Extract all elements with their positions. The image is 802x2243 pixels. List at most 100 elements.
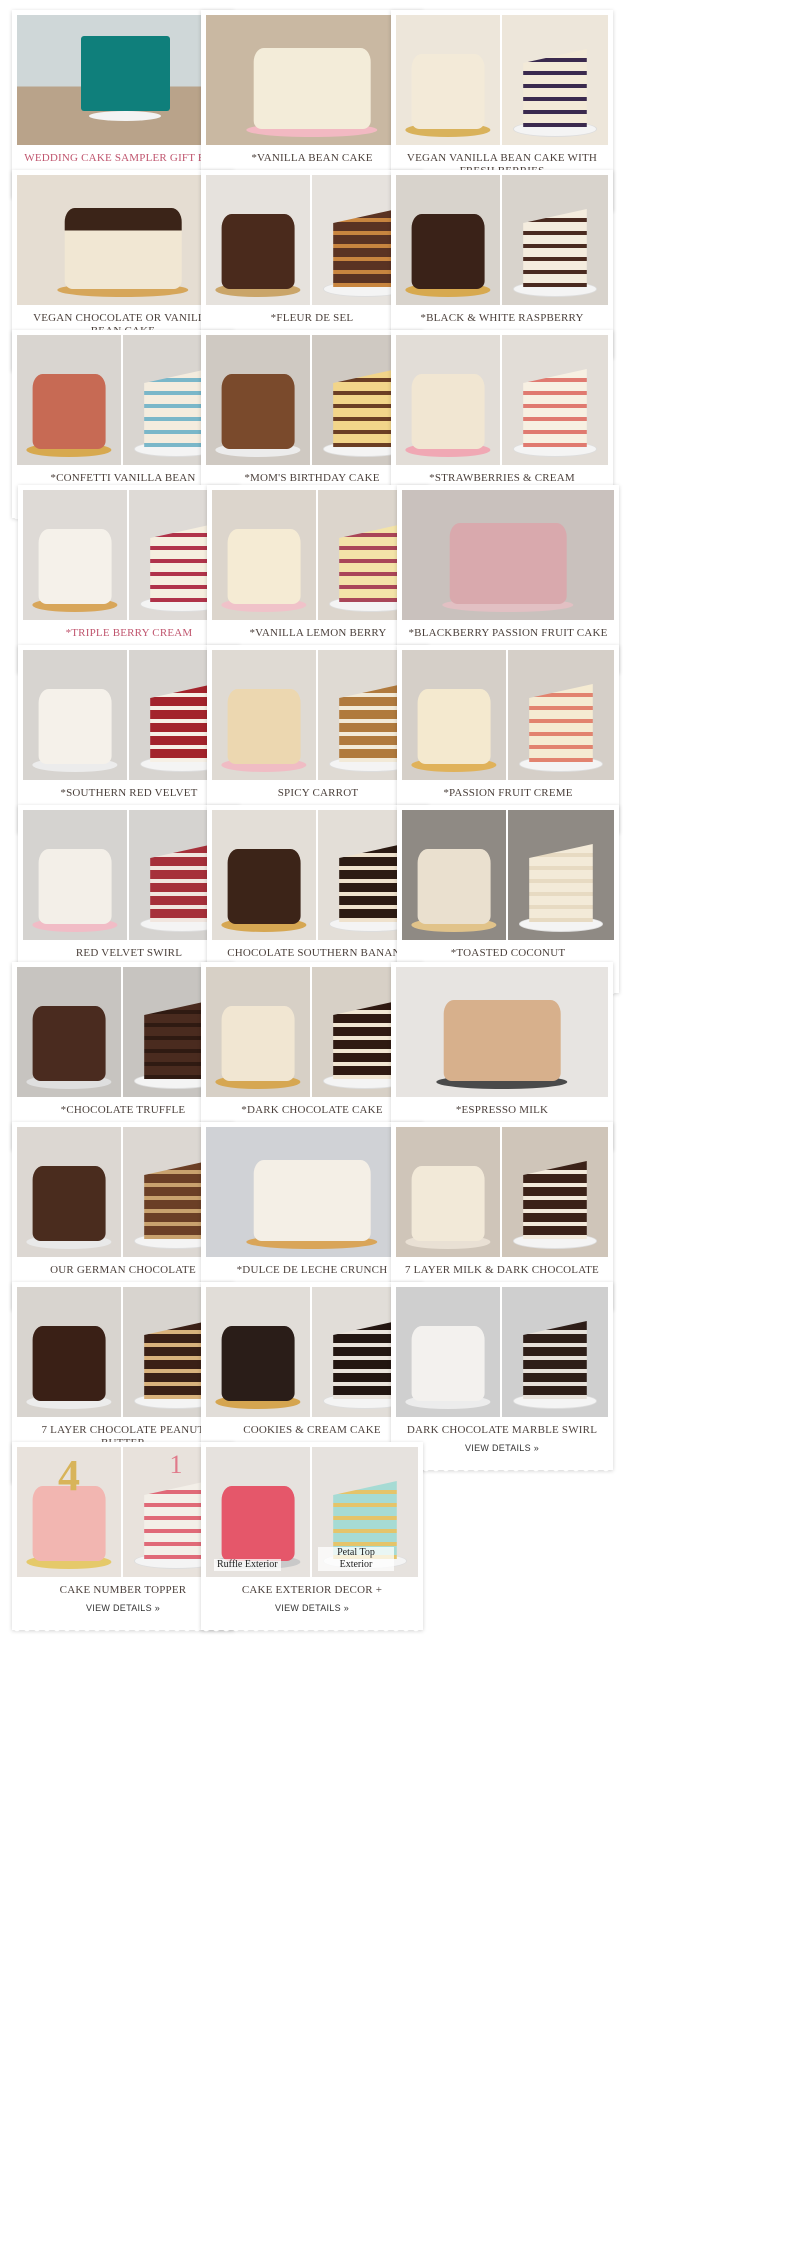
cake-slice <box>144 1001 208 1079</box>
product-photo[interactable] <box>17 175 229 305</box>
product-title[interactable]: CAKE EXTERIOR DECOR + <box>206 1584 418 1597</box>
product-title[interactable]: *CHOCOLATE TRUFFLE <box>17 1104 229 1117</box>
cake-illustration <box>417 848 491 924</box>
cake-illustration <box>417 688 491 764</box>
cake-slice <box>523 1321 587 1399</box>
cake-image-left <box>396 1287 502 1417</box>
product-photo[interactable] <box>206 15 418 145</box>
cake-slice <box>523 369 587 447</box>
view-details-link[interactable]: VIEW DETAILS » <box>275 1603 349 1613</box>
product-photo[interactable] <box>396 15 608 145</box>
slice-image-right <box>508 650 614 780</box>
product-photo[interactable] <box>396 1127 608 1257</box>
cake-illustration <box>411 213 485 289</box>
product-photo[interactable] <box>23 650 235 780</box>
cake-image <box>402 490 614 620</box>
product-photo[interactable] <box>206 175 418 305</box>
product-photo[interactable] <box>17 15 229 145</box>
product-card[interactable]: Ruffle Exterior Petal Top Exterior CAKE E… <box>201 1442 423 1634</box>
product-photo[interactable] <box>206 1287 418 1417</box>
view-details-link[interactable]: VIEW DETAILS » <box>465 1443 539 1453</box>
product-photo[interactable] <box>206 335 418 465</box>
product-photo[interactable] <box>212 650 424 780</box>
product-card[interactable]: DARK CHOCOLATE MARBLE SWIRL VIEW DETAILS… <box>391 1282 613 1474</box>
product-photo[interactable] <box>23 490 235 620</box>
product-title[interactable]: *BLACKBERRY PASSION FRUIT CAKE <box>402 627 614 640</box>
product-title[interactable]: CAKE NUMBER TOPPER <box>17 1584 229 1597</box>
slice-image-right: Petal Top Exterior <box>312 1447 418 1577</box>
product-title[interactable]: *CONFETTI VANILLA BEAN <box>17 472 229 485</box>
product-photo[interactable]: 41 <box>17 1447 229 1577</box>
product-title[interactable]: *TOASTED COCONUT <box>402 947 614 960</box>
cake-illustration <box>411 53 485 129</box>
cake-image-left <box>212 810 318 940</box>
cake-image-left <box>396 175 502 305</box>
product-title[interactable]: *MOM'S BIRTHDAY CAKE <box>206 472 418 485</box>
cake-illustration <box>449 523 567 604</box>
product-title[interactable]: *PASSION FRUIT CREME <box>402 787 614 800</box>
cake-illustration <box>38 528 112 604</box>
product-photo[interactable] <box>396 335 608 465</box>
product-photo[interactable] <box>402 810 614 940</box>
product-photo[interactable]: Ruffle Exterior Petal Top Exterior <box>206 1447 418 1577</box>
cake-stand <box>89 111 162 122</box>
product-photo[interactable] <box>212 810 424 940</box>
product-title[interactable]: *ESPRESSO MILK <box>396 1104 608 1117</box>
cake-slice <box>144 1161 208 1239</box>
product-title[interactable]: *TRIPLE BERRY CREAM <box>23 627 235 640</box>
product-title[interactable]: WEDDING CAKE SAMPLER GIFT BOX <box>17 152 229 165</box>
product-title[interactable]: *SOUTHERN RED VELVET <box>23 787 235 800</box>
product-title[interactable]: *STRAWBERRIES & CREAM <box>396 472 608 485</box>
product-photo[interactable] <box>17 1287 229 1417</box>
product-title[interactable]: *VANILLA LEMON BERRY <box>212 627 424 640</box>
cake-image-left <box>23 490 129 620</box>
product-title[interactable]: OUR GERMAN CHOCOLATE <box>17 1264 229 1277</box>
product-photo[interactable] <box>396 967 608 1097</box>
photo-caption: Ruffle Exterior <box>214 1559 281 1571</box>
cake-image <box>206 15 418 145</box>
cake-illustration <box>64 208 182 289</box>
product-title[interactable]: *FLEUR DE SEL <box>206 312 418 325</box>
product-photo[interactable] <box>17 335 229 465</box>
product-title[interactable]: SPICY CARROT <box>212 787 424 800</box>
product-photo[interactable] <box>396 1287 608 1417</box>
cake-illustration <box>32 1325 106 1401</box>
slice-image-right <box>502 335 608 465</box>
cake-image-left <box>396 1127 502 1257</box>
cake-slice <box>333 1321 397 1399</box>
product-title[interactable]: *BLACK & WHITE RASPBERRY <box>396 312 608 325</box>
slice-image-right <box>502 1287 608 1417</box>
cake-slice <box>529 684 593 762</box>
cake-slice <box>523 209 587 287</box>
product-photo[interactable] <box>206 967 418 1097</box>
product-photo[interactable] <box>17 1127 229 1257</box>
product-title[interactable]: 7 LAYER MILK & DARK CHOCOLATE <box>396 1264 608 1277</box>
product-photo[interactable] <box>396 175 608 305</box>
product-photo[interactable] <box>402 650 614 780</box>
cake-illustration <box>221 1325 295 1401</box>
cake-image-left <box>206 175 312 305</box>
product-title[interactable]: RED VELVET SWIRL <box>23 947 235 960</box>
cake-illustration <box>411 1165 485 1241</box>
product-title[interactable]: *DULCE DE LECHE CRUNCH <box>206 1264 418 1277</box>
cake-illustration <box>38 688 112 764</box>
product-photo[interactable] <box>23 810 235 940</box>
gift-box-illustration <box>80 35 170 112</box>
cake-slice <box>150 524 214 602</box>
product-photo[interactable] <box>212 490 424 620</box>
view-details-link[interactable]: VIEW DETAILS » <box>86 1603 160 1613</box>
cake-illustration <box>253 48 371 129</box>
cake-illustration <box>227 688 301 764</box>
product-photo[interactable] <box>402 490 614 620</box>
product-title[interactable]: COOKIES & CREAM CAKE <box>206 1424 418 1437</box>
product-photo[interactable] <box>17 967 229 1097</box>
product-title[interactable]: *DARK CHOCOLATE CAKE <box>206 1104 418 1117</box>
cake-slice <box>333 209 397 287</box>
cake-image-left <box>17 967 123 1097</box>
product-title[interactable]: DARK CHOCOLATE MARBLE SWIRL <box>396 1424 608 1437</box>
cake-image-left <box>17 335 123 465</box>
product-title[interactable]: *VANILLA BEAN CAKE <box>206 152 418 165</box>
cake-illustration <box>443 1000 561 1081</box>
product-photo[interactable] <box>206 1127 418 1257</box>
cake-slice <box>150 684 214 762</box>
